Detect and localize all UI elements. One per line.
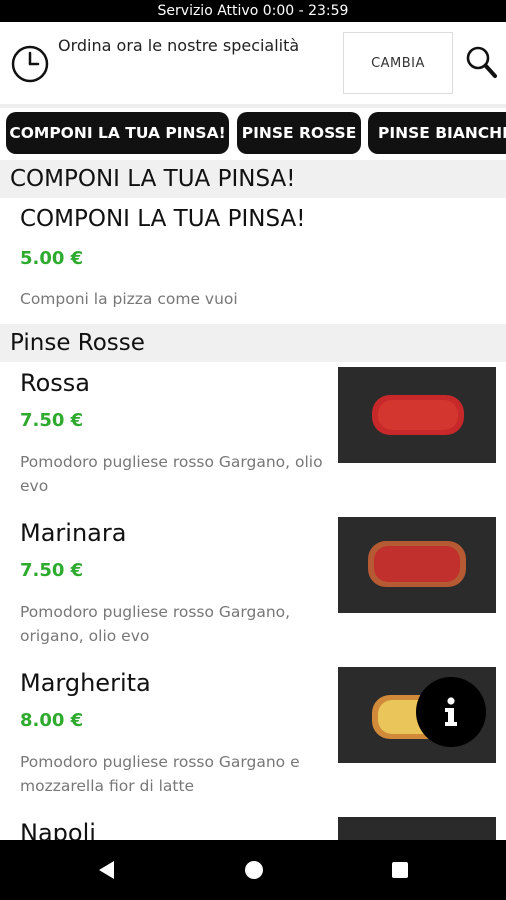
back-icon[interactable] (94, 858, 118, 882)
item-name: Rossa (20, 369, 90, 397)
search-icon[interactable] (464, 44, 498, 80)
recents-icon[interactable] (388, 858, 412, 882)
item-price: 8.00 € (20, 710, 84, 731)
item-price: 5.00 € (20, 248, 84, 269)
info-button[interactable] (416, 677, 486, 747)
section-header-pinse-rosse: Pinse Rosse (0, 324, 506, 362)
status-bar: Servizio Attivo 0:00 - 23:59 (0, 0, 506, 22)
change-button[interactable]: CAMBIA (343, 32, 453, 94)
tab-pinse-bianche[interactable]: PINSE BIANCHE (368, 112, 506, 154)
order-time-text: Ordina ora le nostre specialità (58, 36, 300, 55)
list-item[interactable]: Napoli (0, 812, 506, 840)
pinsa-image (338, 517, 496, 613)
item-description: Pomodoro pugliese rosso Gargano, olio ev… (20, 453, 323, 495)
pinsa-image (338, 817, 496, 840)
info-icon (445, 697, 457, 726)
item-description: Componi la pizza come vuoi (20, 290, 238, 308)
home-icon[interactable] (242, 858, 266, 882)
list-item[interactable]: COMPONI LA TUA PINSA! 5.00 € Componi la … (0, 198, 506, 324)
item-name: Margherita (20, 669, 151, 697)
list-item[interactable]: Rossa 7.50 € Pomodoro pugliese rosso Gar… (0, 362, 506, 512)
status-text: Servizio Attivo 0:00 - 23:59 (157, 3, 349, 19)
clock-icon (11, 45, 49, 83)
system-nav-bar (0, 840, 506, 900)
item-name: Marinara (20, 519, 127, 547)
item-price: 7.50 € (20, 410, 84, 431)
tab-componi[interactable]: COMPONI LA TUA PINSA! (6, 112, 229, 154)
section-header-componi: COMPONI LA TUA PINSA! (0, 160, 506, 198)
item-name: COMPONI LA TUA PINSA! (20, 206, 306, 232)
item-name: Napoli (20, 819, 96, 840)
tab-pinse-rosse[interactable]: PINSE ROSSE (237, 112, 361, 154)
item-price: 7.50 € (20, 560, 84, 581)
pinsa-image (338, 367, 496, 463)
list-item[interactable]: Marinara 7.50 € Pomodoro pugliese rosso … (0, 512, 506, 662)
category-tabs: COMPONI LA TUA PINSA! PINSE ROSSE PINSE … (0, 108, 506, 158)
header: Ordina ora le nostre specialità CAMBIA (0, 22, 506, 104)
item-description: Pomodoro pugliese rosso Gargano e mozzar… (20, 753, 300, 795)
item-description: Pomodoro pugliese rosso Gargano, origano… (20, 603, 291, 645)
